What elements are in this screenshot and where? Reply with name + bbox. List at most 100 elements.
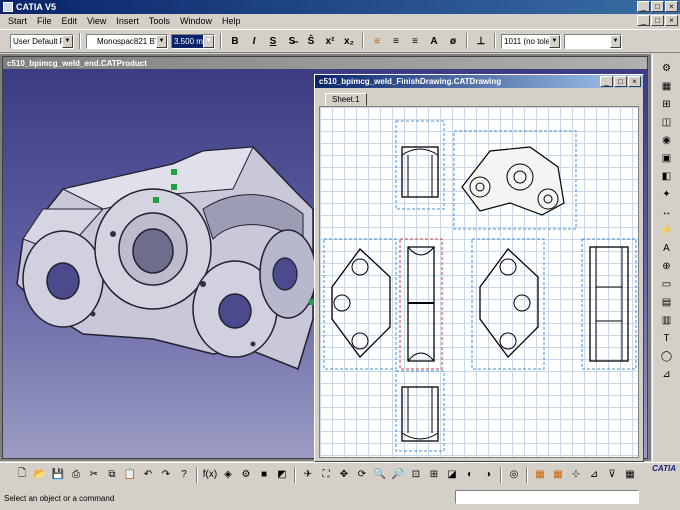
right-toolbar: ⚙ ▦ ⊞ ◫ ◉ ▣ ◧ ✦ ↔ ⚡ A ⊕ ▭ ▤ ▥ T ◯ ⊿ bbox=[652, 54, 680, 461]
iso-view-icon[interactable]: ◪ bbox=[444, 467, 460, 483]
menu-edit[interactable]: Edit bbox=[58, 16, 82, 26]
break-icon[interactable]: ◧ bbox=[658, 168, 676, 184]
menu-start[interactable]: Start bbox=[4, 16, 31, 26]
geometry-modification-icon[interactable]: ▤ bbox=[658, 294, 676, 310]
toolbar-separator bbox=[500, 466, 502, 483]
bold-button[interactable]: B bbox=[227, 33, 243, 49]
text-style-combo[interactable]: User Default Pr ▼ bbox=[10, 33, 74, 49]
fit-all-icon[interactable]: ⛶ bbox=[318, 467, 334, 483]
toolbar-separator bbox=[294, 466, 296, 483]
italic-button[interactable]: I bbox=[246, 33, 262, 49]
redo-icon[interactable]: ↷ bbox=[158, 467, 174, 483]
projection-icon[interactable]: ⊞ bbox=[658, 96, 676, 112]
normal-view-icon[interactable]: ⊡ bbox=[408, 467, 424, 483]
drawing-window-title: c510_bpimcg_weld_FinishDrawing.CATDrawin… bbox=[315, 75, 643, 88]
align-right-icon[interactable]: ≡ bbox=[407, 33, 423, 49]
menu-tools[interactable]: Tools bbox=[145, 16, 174, 26]
wizard-icon[interactable]: ✦ bbox=[658, 186, 676, 202]
maximize-button[interactable]: □ bbox=[651, 1, 664, 12]
table-icon[interactable]: ▥ bbox=[658, 312, 676, 328]
strikethrough-button[interactable]: S̶ bbox=[284, 33, 300, 49]
zoom-out-icon[interactable]: 🔎 bbox=[390, 467, 406, 483]
copy-icon[interactable]: ⧉ bbox=[104, 467, 120, 483]
generation-icon[interactable]: ⚡ bbox=[658, 222, 676, 238]
open-icon[interactable]: 📂 bbox=[32, 467, 48, 483]
dress-up-icon[interactable]: ⊕ bbox=[658, 258, 676, 274]
annotations-icon[interactable]: A bbox=[658, 240, 676, 256]
geometry-creation-icon[interactable]: ▭ bbox=[658, 276, 676, 292]
display-mode-icon[interactable]: ■ bbox=[256, 467, 272, 483]
minimize-button[interactable]: _ bbox=[637, 1, 650, 12]
text-icon[interactable]: T bbox=[658, 330, 676, 346]
text-frame-icon[interactable]: A bbox=[426, 33, 442, 49]
drawing-minimize-button[interactable]: _ bbox=[600, 76, 613, 87]
precision-combo[interactable]: ▼ bbox=[564, 33, 622, 49]
menu-view[interactable]: View bbox=[83, 16, 110, 26]
graphic-properties-icon[interactable]: ◩ bbox=[274, 467, 290, 483]
menu-help[interactable]: Help bbox=[218, 16, 245, 26]
align-left-icon[interactable]: ≡ bbox=[369, 33, 385, 49]
hide-show-icon[interactable]: ◑ bbox=[480, 467, 496, 483]
anchor-point-icon[interactable]: ⊥ bbox=[473, 33, 489, 49]
text-properties-toolbar: User Default Pr ▼ Monospac821 BT ▼ 3.500 m… bbox=[0, 29, 680, 53]
drawing-close-button[interactable]: × bbox=[628, 76, 641, 87]
section-icon[interactable]: ◫ bbox=[658, 114, 676, 130]
align-center-icon[interactable]: ≡ bbox=[388, 33, 404, 49]
analyze-icon[interactable]: ◎ bbox=[506, 467, 522, 483]
rotate-icon[interactable]: ⟳ bbox=[354, 467, 370, 483]
pan-icon[interactable]: ✥ bbox=[336, 467, 352, 483]
drawing-sheet[interactable] bbox=[319, 106, 639, 458]
orange-grid-icon[interactable]: ▦ bbox=[622, 467, 638, 483]
tolerance-combo[interactable]: 1011 (no tolera ▼ bbox=[501, 33, 561, 49]
subscript-button[interactable]: x₂ bbox=[341, 33, 357, 49]
standard-toolbar: 🗋 📂 💾 ⎙ ✂ ⧉ 📋 ↶ ↷ ? f(x) ◈ ⚙ ■ ◩ ✈ ⛶ ✥ ⟳… bbox=[0, 462, 680, 486]
catia-logo: CATIA bbox=[652, 464, 676, 473]
clipping-icon[interactable]: ▣ bbox=[658, 150, 676, 166]
menu-window[interactable]: Window bbox=[176, 16, 216, 26]
paste-icon[interactable]: 📋 bbox=[122, 467, 138, 483]
underline-button[interactable]: S bbox=[265, 33, 281, 49]
command-input[interactable] bbox=[455, 490, 639, 504]
shading-icon[interactable]: ◐ bbox=[462, 467, 478, 483]
filter-icon[interactable]: ⊽ bbox=[604, 467, 620, 483]
catia-app-icon bbox=[3, 2, 13, 12]
mdi-restore-button[interactable]: □ bbox=[651, 15, 664, 26]
insert-symbol-icon[interactable]: ø bbox=[445, 33, 461, 49]
print-icon[interactable]: ⎙ bbox=[68, 467, 84, 483]
superscript-button[interactable]: x² bbox=[322, 33, 338, 49]
formula-icon[interactable]: f(x) bbox=[202, 467, 218, 483]
snap-icon[interactable]: ▦ bbox=[550, 467, 566, 483]
views-icon[interactable]: ▦ bbox=[658, 78, 676, 94]
new-icon[interactable]: 🗋 bbox=[14, 467, 30, 483]
menu-insert[interactable]: Insert bbox=[112, 16, 143, 26]
font-size-combo[interactable]: 3.500 mm ▼ bbox=[171, 33, 215, 49]
detail-icon[interactable]: ◉ bbox=[658, 132, 676, 148]
status-message: Select an object or a command bbox=[4, 494, 115, 503]
save-icon[interactable]: 💾 bbox=[50, 467, 66, 483]
drawing-maximize-button[interactable]: □ bbox=[614, 76, 627, 87]
dimensions-icon[interactable]: ↔ bbox=[658, 204, 676, 220]
balloon-icon[interactable]: ◯ bbox=[658, 348, 676, 364]
undo-icon[interactable]: ↶ bbox=[140, 467, 156, 483]
menu-file[interactable]: File bbox=[33, 16, 56, 26]
mdi-close-button[interactable]: × bbox=[665, 15, 678, 26]
toolbar-separator bbox=[362, 33, 364, 49]
multi-view-icon[interactable]: ⊞ bbox=[426, 467, 442, 483]
knowledge-icon[interactable]: ◈ bbox=[220, 467, 236, 483]
overline-button[interactable]: Ŝ bbox=[303, 33, 319, 49]
sketcher-icon[interactable]: ⚙ bbox=[658, 60, 676, 76]
drawing-window[interactable]: c510_bpimcg_weld_FinishDrawing.CATDrawin… bbox=[314, 74, 644, 462]
whats-this-icon[interactable]: ? bbox=[176, 467, 192, 483]
fly-mode-icon[interactable]: ✈ bbox=[300, 467, 316, 483]
sheet-tab[interactable]: Sheet.1 bbox=[325, 93, 367, 106]
grid-icon[interactable]: ▦ bbox=[532, 467, 548, 483]
macro-icon[interactable]: ⚙ bbox=[238, 467, 254, 483]
zoom-in-icon[interactable]: 🔍 bbox=[372, 467, 388, 483]
symbol-icon[interactable]: ⊿ bbox=[658, 366, 676, 382]
font-combo[interactable]: Monospac821 BT ▼ bbox=[86, 33, 168, 49]
cut-icon[interactable]: ✂ bbox=[86, 467, 102, 483]
mdi-minimize-button[interactable]: _ bbox=[637, 15, 650, 26]
close-button[interactable]: × bbox=[665, 1, 678, 12]
constraints-icon[interactable]: ⊿ bbox=[586, 467, 602, 483]
analysis-display-icon[interactable]: ⊹ bbox=[568, 467, 584, 483]
